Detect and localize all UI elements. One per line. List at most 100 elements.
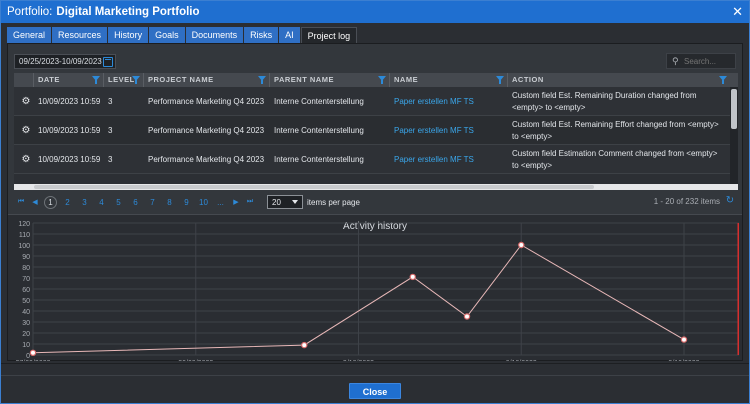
filter-icon[interactable]	[719, 76, 727, 84]
activity-history-chart: Activity history 0 10 20 30 40 50 60 70 80 90 100 1…	[8, 214, 742, 361]
gear-icon[interactable]: ⚙	[21, 96, 31, 107]
tab-bar: General Resources History Goals Document…	[7, 27, 358, 43]
row-parent-name: Interne Contenterstellung	[274, 126, 364, 135]
x-tick-label: 3/10/2023	[343, 360, 374, 361]
search-input[interactable]	[684, 56, 732, 67]
row-date: 10/09/2023 10:59	[38, 126, 101, 135]
x-tick-label: 27/09/2023	[15, 360, 50, 361]
project-log-panel: 09/25/2023-10/09/2023 ⚲ Date Level Proje…	[7, 43, 743, 361]
refresh-icon[interactable]: ↻	[724, 195, 736, 207]
table-row[interactable]: ⚙ 10/09/2023 10:59 3 Performance Marketi…	[14, 87, 730, 116]
row-name-link[interactable]: Paper erstellen MF TS	[390, 87, 508, 116]
dialog-title-prefix: Portfolio:	[7, 6, 53, 18]
row-project-name: Performance Marketing Q4 2023	[148, 155, 265, 164]
page-number[interactable]: 9	[178, 195, 195, 209]
filter-icon[interactable]	[496, 76, 504, 84]
tab-risks[interactable]: Risks	[244, 27, 279, 43]
row-level: 3	[108, 97, 113, 106]
close-button[interactable]: Close	[349, 383, 401, 399]
row-name-link[interactable]: Paper erstellen MF TS	[390, 116, 508, 145]
table-row[interactable]: ⚙ 10/09/2023 10:59 3 Performance Marketi…	[14, 145, 730, 174]
row-settings-cell: ⚙	[14, 116, 34, 145]
row-name-link[interactable]: Paper erstellen MF TS	[390, 145, 508, 174]
page-number[interactable]: 3	[76, 195, 93, 209]
page-number-current[interactable]: 1	[44, 195, 57, 209]
tab-resources[interactable]: Resources	[52, 27, 108, 43]
page-number[interactable]: 7	[144, 195, 161, 209]
first-page-icon[interactable]: ⏮	[14, 195, 28, 209]
column-header-date[interactable]: Date	[34, 73, 104, 87]
footer-divider	[1, 375, 749, 376]
data-point	[518, 241, 525, 249]
column-header-parent-name-label: Parent name	[274, 75, 334, 84]
page-more[interactable]: ...	[212, 195, 229, 209]
column-header-level[interactable]: Level	[104, 73, 144, 87]
horizontal-scrollbar[interactable]	[14, 184, 738, 190]
filter-icon[interactable]	[378, 76, 386, 84]
column-header-name[interactable]: Name	[390, 73, 508, 87]
row-parent-name: Interne Contenterstellung	[274, 155, 364, 164]
gear-icon[interactable]: ⚙	[21, 125, 31, 136]
y-tick-label: 0	[26, 353, 30, 360]
y-tick-label: 20	[22, 331, 30, 338]
page-number[interactable]: 8	[161, 195, 178, 209]
portfolio-dialog: Portfolio: Digital Marketing Portfolio ✕…	[0, 0, 750, 404]
tab-general[interactable]: General	[7, 27, 52, 43]
tab-ai[interactable]: AI	[279, 27, 300, 43]
y-tick-label: 40	[22, 309, 30, 316]
row-action: Custom field Estimation Comment changed …	[512, 148, 718, 170]
pagination: ⏮ ◀ 1 2 3 4 5 6 7 8 9 10 ... ▶ ⏭ 20 item…	[14, 194, 738, 210]
y-tick-label: 100	[18, 243, 30, 250]
tab-documents[interactable]: Documents	[185, 27, 244, 43]
date-range-value[interactable]: 09/25/2023-10/09/2023	[19, 57, 102, 66]
table-row[interactable]: ⚙ 10/09/2023 10:59 3 Performance Marketi…	[14, 116, 730, 145]
vertical-scrollbar[interactable]	[730, 87, 738, 184]
next-page-icon[interactable]: ▶	[229, 195, 243, 209]
y-tick-label: 120	[18, 221, 30, 228]
close-icon[interactable]: ✕	[732, 4, 743, 20]
horizontal-scrollbar-thumb[interactable]	[34, 185, 594, 189]
grid-rows: ⚙ 10/09/2023 10:59 3 Performance Marketi…	[14, 87, 730, 174]
filter-icon[interactable]	[132, 76, 140, 84]
column-header-parent-name[interactable]: Parent name	[270, 73, 390, 87]
x-tick-label: 9/10/2023	[668, 360, 699, 361]
items-per-page-select[interactable]: 20	[267, 195, 303, 209]
page-number[interactable]: 10	[195, 195, 212, 209]
log-grid: Date Level Project name Parent name Name…	[14, 73, 738, 184]
data-point	[301, 341, 308, 349]
search-box[interactable]: ⚲	[666, 53, 736, 69]
dialog-footer: Close	[1, 363, 749, 403]
filter-icon[interactable]	[258, 76, 266, 84]
page-number[interactable]: 4	[93, 195, 110, 209]
gear-icon[interactable]: ⚙	[21, 154, 31, 165]
date-range-picker[interactable]: 09/25/2023-10/09/2023	[14, 54, 116, 69]
column-header-settings	[14, 73, 34, 87]
x-tick-label: 30/09/2023	[178, 360, 213, 361]
column-header-project-name[interactable]: Project name	[144, 73, 270, 87]
tab-project-log[interactable]: Project log	[300, 27, 358, 43]
vertical-scrollbar-thumb[interactable]	[731, 89, 737, 129]
page-number[interactable]: 5	[110, 195, 127, 209]
row-project-name: Performance Marketing Q4 2023	[148, 97, 265, 106]
row-action: Custom field Est. Remaining Effort chang…	[512, 119, 719, 141]
row-parent-name: Interne Contenterstellung	[274, 97, 364, 106]
row-project-name: Performance Marketing Q4 2023	[148, 126, 265, 135]
items-per-page-value: 20	[272, 197, 281, 207]
page-number[interactable]: 2	[59, 195, 76, 209]
row-date: 10/09/2023 10:59	[38, 97, 101, 106]
column-header-action[interactable]: Action	[508, 73, 730, 87]
last-page-icon[interactable]: ⏭	[243, 195, 257, 209]
page-number[interactable]: 6	[127, 195, 144, 209]
items-per-page-label: items per page	[307, 197, 360, 207]
calendar-icon[interactable]	[103, 57, 113, 67]
tab-history[interactable]: History	[108, 27, 149, 43]
tab-goals[interactable]: Goals	[149, 27, 185, 43]
row-settings-cell: ⚙	[14, 87, 34, 116]
column-header-project-name-label: Project name	[148, 75, 214, 84]
data-point	[409, 273, 416, 281]
filter-icon[interactable]	[92, 76, 100, 84]
previous-page-icon[interactable]: ◀	[28, 195, 42, 209]
x-tick-label: 6/10/2023	[506, 360, 537, 361]
y-tick-label: 10	[22, 342, 30, 349]
row-date: 10/09/2023 10:59	[38, 155, 101, 164]
